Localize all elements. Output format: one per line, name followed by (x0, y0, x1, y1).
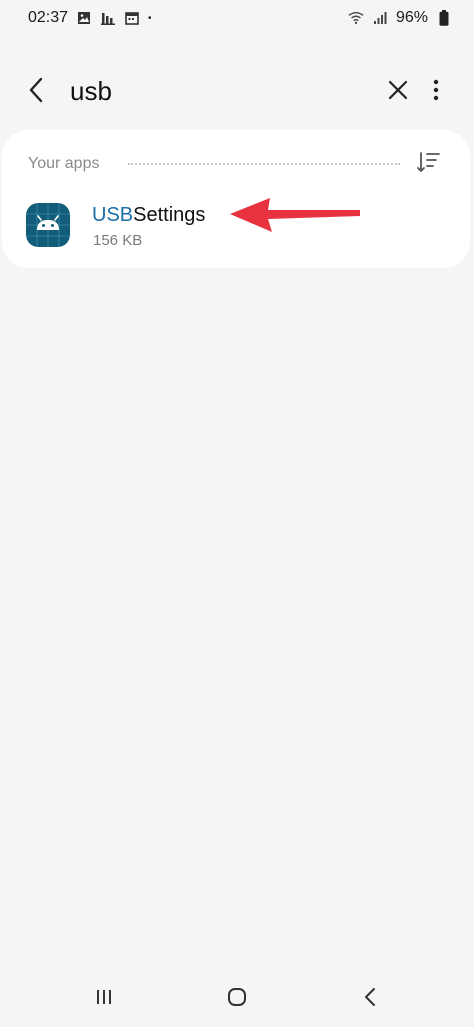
back-arrow-icon (28, 77, 44, 108)
sort-button[interactable] (414, 150, 444, 178)
search-header: usb (0, 62, 474, 122)
navigation-bar (0, 972, 474, 1027)
status-left: 02:37 • (28, 9, 152, 27)
home-icon (227, 987, 247, 1012)
section-header: Your apps (28, 150, 448, 178)
more-vert-icon (433, 79, 439, 106)
clear-search-button[interactable] (382, 74, 414, 110)
search-input[interactable]: usb (70, 76, 112, 107)
recents-button[interactable] (84, 984, 124, 1014)
sort-icon (417, 151, 441, 178)
close-icon (388, 80, 408, 105)
battery-icon (436, 10, 452, 26)
image-icon (76, 10, 92, 26)
back-button[interactable] (20, 74, 52, 110)
wifi-icon (348, 10, 364, 26)
annotation-arrow (230, 198, 360, 232)
status-time: 02:37 (28, 9, 69, 26)
status-right: 96% (348, 9, 452, 27)
nav-back-button[interactable] (350, 984, 390, 1014)
more-options-button[interactable] (422, 74, 450, 110)
calendar-icon (124, 10, 140, 26)
recents-icon (94, 988, 114, 1011)
battery-percent: 96% (395, 9, 428, 26)
android-icon (26, 203, 70, 247)
section-divider (128, 163, 400, 165)
status-bar: 02:37 • 96% (0, 0, 474, 36)
back-icon (364, 987, 376, 1012)
section-label: Your apps (28, 155, 100, 172)
notification-dot: • (148, 12, 152, 24)
home-button[interactable] (217, 984, 257, 1014)
app-name-match: USB (92, 204, 134, 226)
signal-icon (372, 10, 388, 26)
app-size: 156 KB (93, 232, 143, 249)
chart-icon (100, 10, 116, 26)
app-name-rest: Settings (133, 204, 206, 226)
app-name: USBSettings (92, 204, 205, 227)
